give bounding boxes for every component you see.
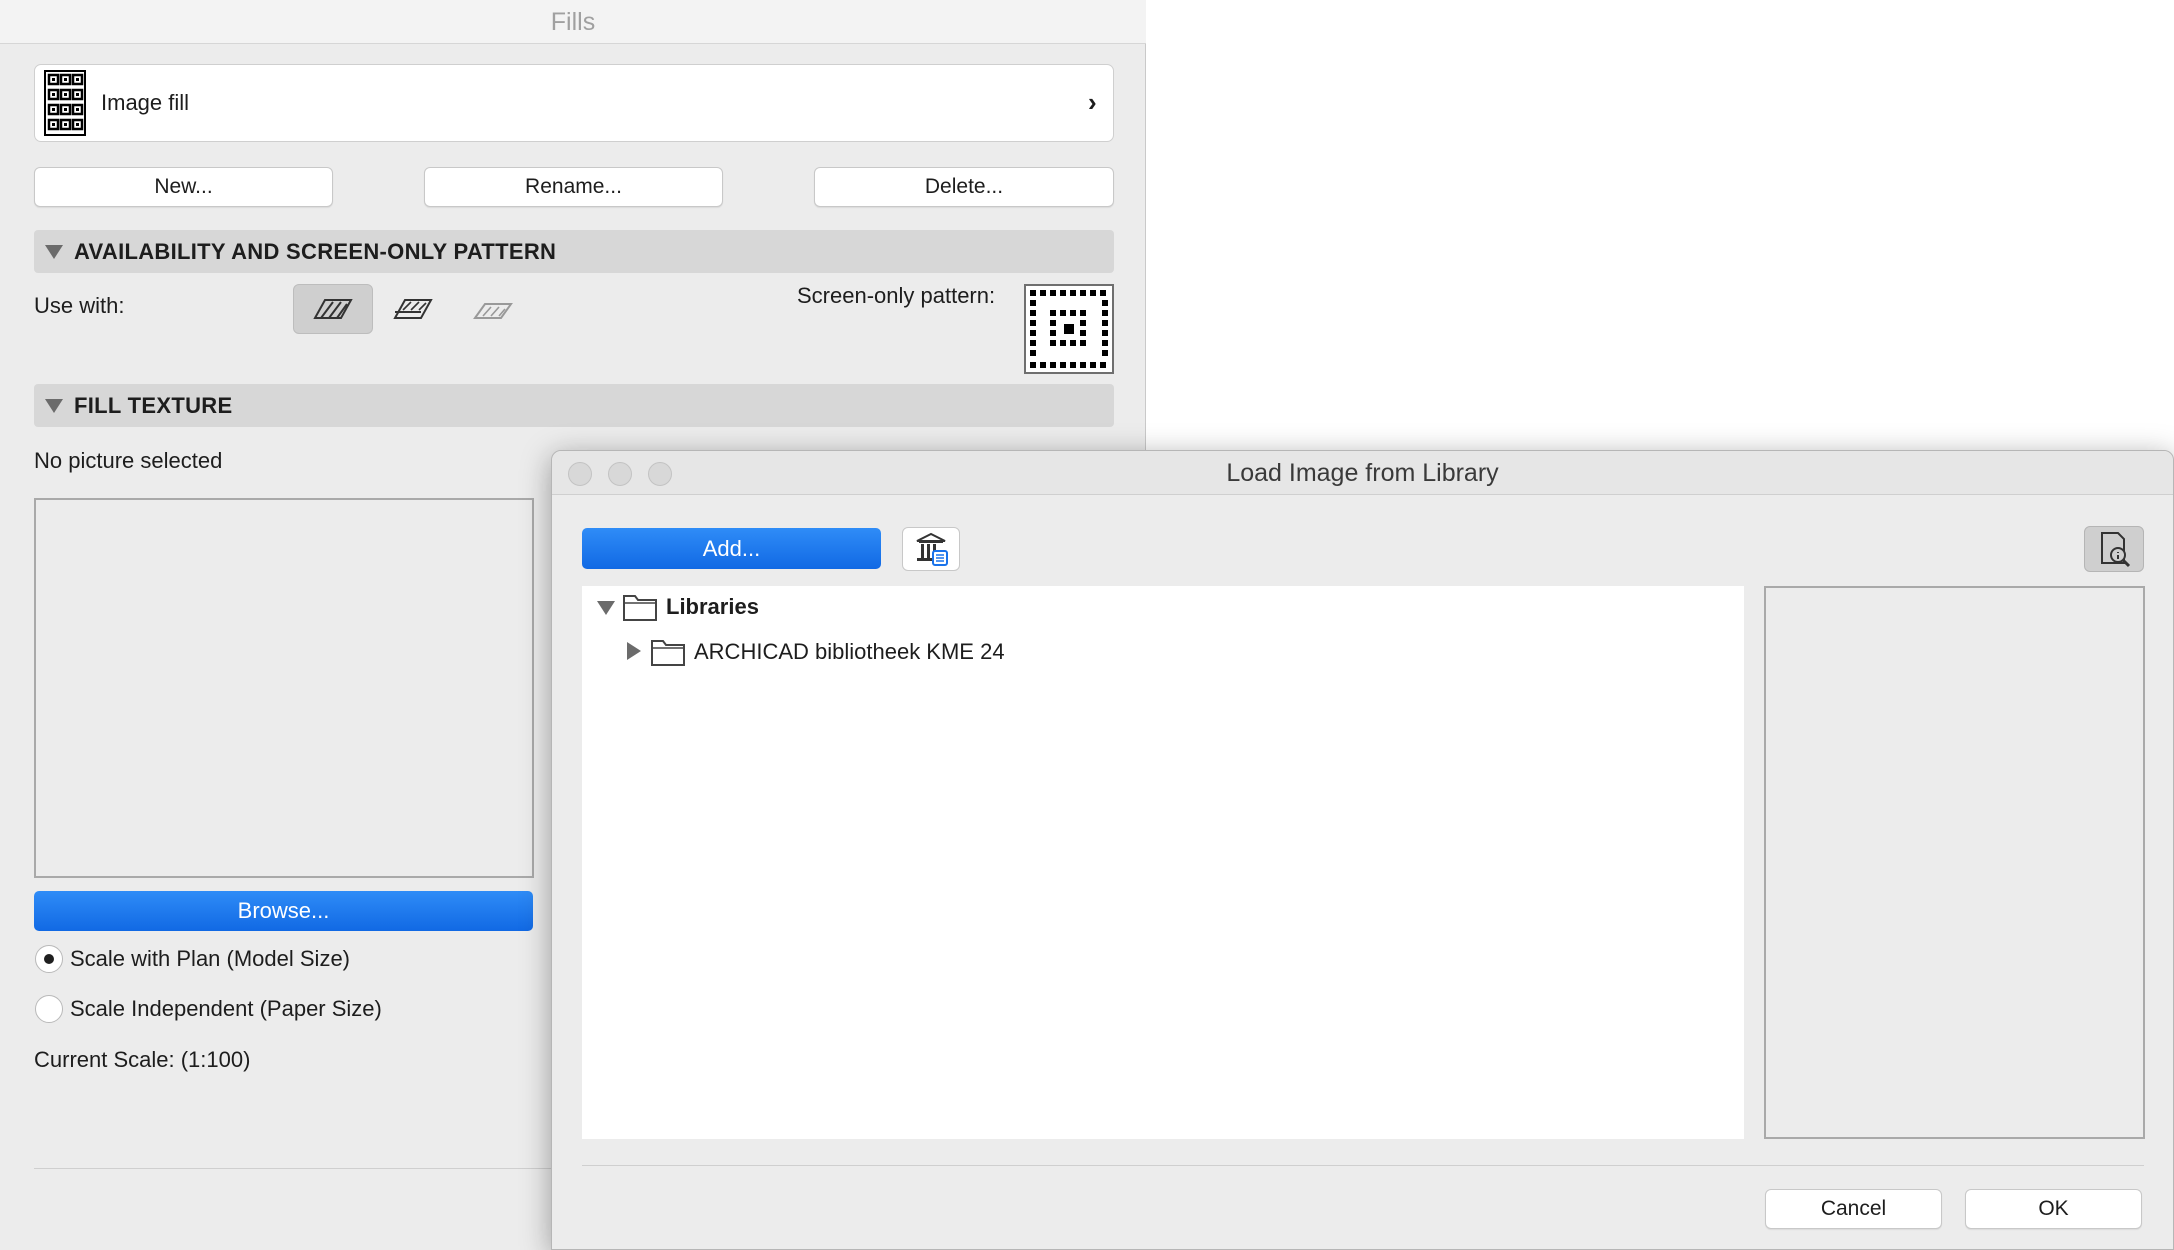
drafting-fill-icon[interactable] [468,284,518,334]
cancel-button[interactable]: Cancel [1765,1189,1942,1229]
close-window-icon[interactable] [568,462,592,486]
browse-button[interactable]: Browse... [34,891,533,931]
fill-texture-section-title: FILL TEXTURE [74,393,233,418]
preview-document-icon[interactable] [2084,526,2144,572]
image-preview-pane [1764,586,2145,1139]
current-scale-text: Current Scale: (1:100) [34,1047,251,1072]
collapsed-triangle-icon[interactable] [627,642,641,660]
picture-status-text: No picture selected [34,448,223,473]
tree-item-archicad-library[interactable]: ARCHICAD bibliotheek KME 24 [694,637,1005,667]
rename-button[interactable]: Rename... [424,167,723,207]
disclosure-triangle-icon[interactable] [45,245,63,259]
screen-only-pattern-label: Screen-only pattern: [797,283,996,308]
scale-independent-label[interactable]: Scale Independent (Paper Size) [70,994,382,1024]
new-button[interactable]: New... [34,167,333,207]
scale-independent-radio[interactable] [35,995,63,1023]
cover-fill-icon[interactable] [388,284,438,334]
ok-button[interactable]: OK [1965,1189,2142,1229]
dialog-title: Load Image from Library [1226,459,1499,487]
screen-only-pattern-swatch[interactable] [1024,284,1114,374]
library-manager-icon[interactable] [902,527,960,571]
divider [582,1165,2144,1166]
folder-icon [622,592,658,622]
tree-item-libraries[interactable]: Libraries [666,592,759,622]
chevron-right-icon: › [1088,87,1097,117]
scale-with-plan-radio[interactable] [35,945,63,973]
add-button[interactable]: Add... [582,528,881,569]
folder-icon [650,637,686,667]
texture-preview-box [34,498,534,878]
availability-section-title: AVAILABILITY AND SCREEN-ONLY PATTERN [74,239,557,264]
radio-selected-dot [44,954,54,964]
library-tree[interactable] [582,586,1744,1139]
disclosure-triangle-icon[interactable] [45,399,63,413]
scale-with-plan-label[interactable]: Scale with Plan (Model Size) [70,944,350,974]
fill-type-selector[interactable] [34,64,1114,142]
minimize-window-icon[interactable] [608,462,632,486]
expand-triangle-icon[interactable] [597,601,615,615]
cut-fill-icon[interactable] [293,284,373,334]
use-with-label: Use with: [34,293,125,318]
fills-window-title: Fills [550,8,596,36]
zoom-window-icon[interactable] [648,462,672,486]
delete-button[interactable]: Delete... [814,167,1114,207]
image-fill-pattern-icon [44,70,86,136]
fill-name: Image fill [101,90,190,115]
